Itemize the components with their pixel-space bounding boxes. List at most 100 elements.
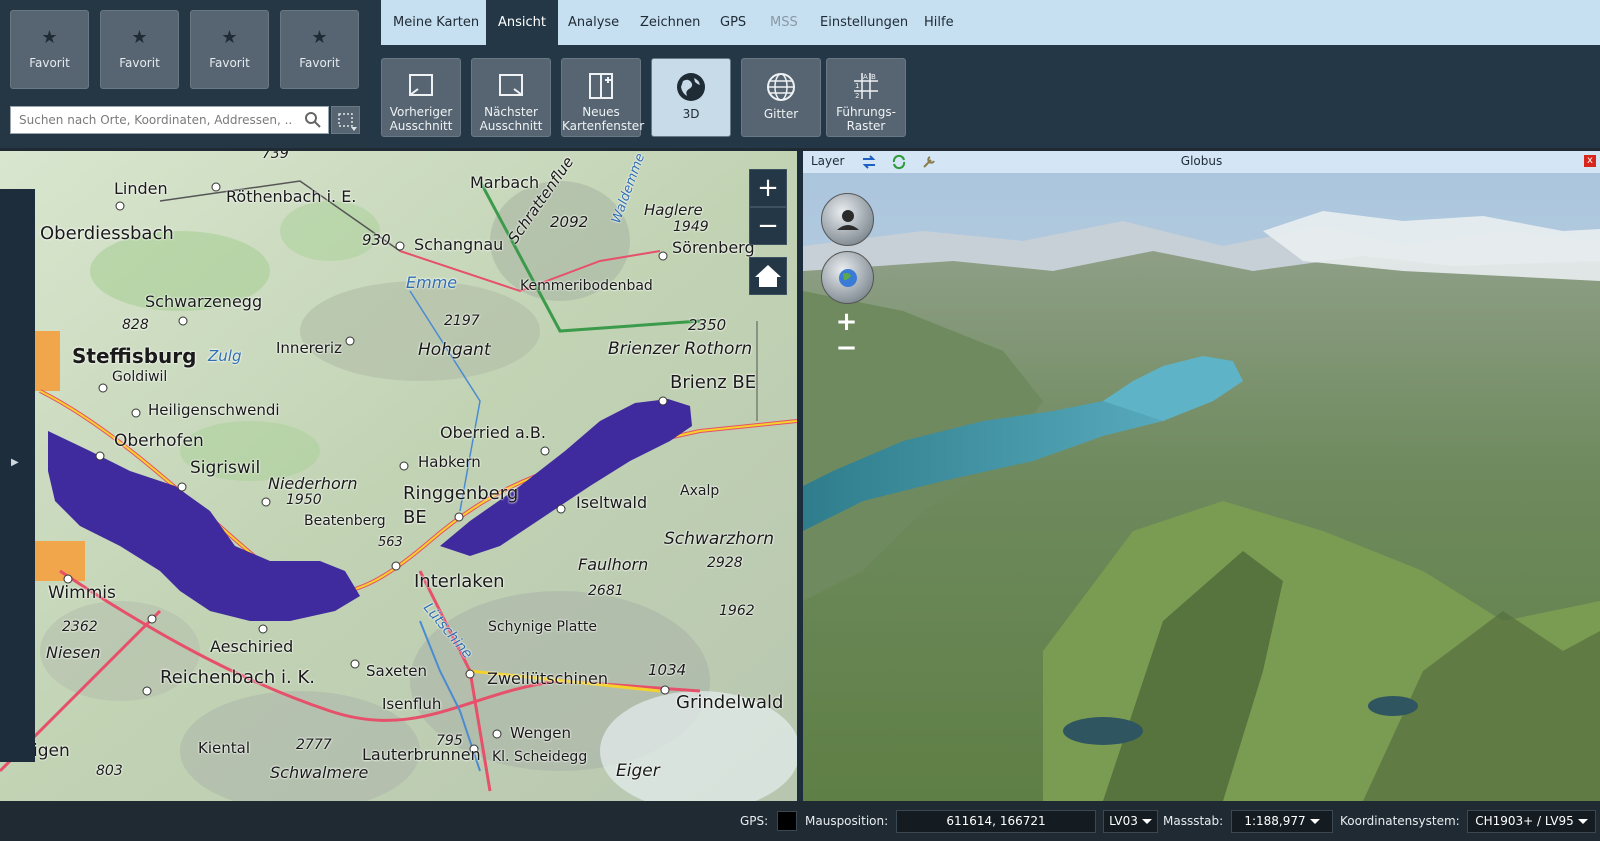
- map-label: 1950: [286, 492, 322, 508]
- globe-view[interactable]: Layer Globus x + −: [803, 151, 1600, 801]
- map-label: Wengen: [510, 724, 571, 742]
- guide-grid-button[interactable]: A B 1 2 Führungs- Raster: [826, 58, 906, 137]
- map-label: Lauterbrunnen: [362, 745, 481, 764]
- map-zoom-in-button[interactable]: +: [749, 169, 787, 207]
- guide-grid-label-1: Führungs-: [836, 105, 896, 119]
- chevron-down-icon: [1141, 819, 1152, 824]
- search-icon[interactable]: [304, 111, 322, 129]
- next-extent-label-2: Ausschnitt: [479, 119, 543, 133]
- map-label: Brienzer Rothorn: [608, 339, 753, 359]
- menu-meine-karten[interactable]: Meine Karten: [381, 0, 491, 45]
- favorite-button-3[interactable]: ★ Favorit: [190, 10, 269, 89]
- map-label: 2197: [444, 313, 480, 329]
- gps-label: GPS:: [740, 814, 769, 828]
- map-label: 2350: [688, 316, 727, 334]
- favorite-button-4[interactable]: ★ Favorit: [280, 10, 359, 89]
- map-label: 828: [122, 317, 149, 333]
- grid-button[interactable]: Gitter: [741, 58, 821, 137]
- pan-navigation-control[interactable]: [821, 251, 874, 304]
- search-input[interactable]: [11, 107, 291, 133]
- map-label: Schynige Platte: [488, 619, 597, 635]
- map-label: Zulg: [208, 347, 242, 365]
- map-label: Marbach: [470, 173, 540, 192]
- map-label: Linden: [114, 179, 168, 198]
- map-label: Hohgant: [418, 340, 491, 360]
- map-label: 2681: [588, 583, 624, 599]
- scale-select[interactable]: 1:188,977: [1231, 810, 1333, 833]
- map-label: Sigriswil: [190, 458, 261, 478]
- grid-label: Gitter: [763, 107, 799, 121]
- map-view[interactable]: 739 Linden Röthenbach i. E. Marbach Hagl…: [0, 151, 797, 801]
- top-toolbar: ★ Favorit ★ Favorit ★ Favorit ★ Favorit: [0, 0, 1600, 148]
- map-label: Innereriz: [276, 339, 342, 357]
- mouse-position-value: 611614, 166721: [896, 810, 1096, 833]
- next-extent-button[interactable]: Nächster Ausschnitt: [471, 58, 551, 137]
- previous-extent-label-2: Ausschnitt: [389, 119, 453, 133]
- menu-ansicht[interactable]: Ansicht: [486, 0, 559, 45]
- map-label: Heiligenschwendi: [148, 401, 280, 419]
- globe-terrain: [803, 151, 1600, 801]
- favorite-button-1[interactable]: ★ Favorit: [10, 10, 89, 89]
- 3d-view-button[interactable]: 3D: [651, 58, 731, 137]
- map-label: 2362: [62, 619, 98, 635]
- map-zoom-out-button[interactable]: −: [749, 207, 787, 245]
- map-label: 2928: [707, 555, 743, 571]
- map-label: BE: [403, 507, 427, 528]
- previous-extent-label-1: Vorheriger: [389, 105, 453, 119]
- map-label: Iseltwald: [576, 493, 648, 512]
- svg-text:1: 1: [855, 82, 859, 90]
- scale-value: 1:188,977: [1244, 814, 1306, 828]
- map-label: 803: [96, 763, 123, 779]
- map-label: 930: [362, 231, 391, 249]
- look-navigation-control[interactable]: [821, 193, 874, 246]
- map-home-button[interactable]: [749, 257, 787, 295]
- search-box: [10, 106, 329, 134]
- menu-einstellungen[interactable]: Einstellungen: [808, 0, 920, 45]
- globe-zoom-in-button[interactable]: +: [833, 309, 860, 335]
- menu-analyse[interactable]: Analyse: [556, 0, 631, 45]
- menu-bar: Meine Karten Ansicht Analyse Zeichnen GP…: [381, 0, 1600, 45]
- previous-extent-icon: [409, 74, 433, 96]
- favorite-label: Favorit: [119, 56, 160, 70]
- map-label: 1962: [719, 603, 755, 619]
- menu-gps[interactable]: GPS: [708, 0, 758, 45]
- next-extent-icon: [499, 74, 523, 96]
- person-icon: [837, 210, 859, 230]
- star-icon: ★: [221, 27, 238, 48]
- map-label: Schwalmere: [270, 763, 369, 782]
- coordinate-format-select[interactable]: LV03: [1103, 810, 1158, 833]
- map-label: 563: [378, 535, 403, 550]
- favorite-label: Favorit: [29, 56, 70, 70]
- map-label: Brienz BE: [670, 372, 757, 393]
- map-label: Kiental: [198, 739, 250, 757]
- status-bar: GPS: Mausposition: 611614, 166721 LV03 M…: [0, 801, 1600, 841]
- mouse-position-label: Mausposition:: [805, 814, 889, 828]
- menu-zeichnen[interactable]: Zeichnen: [628, 0, 712, 45]
- svg-text:2: 2: [855, 92, 859, 100]
- globe-zoom-out-button[interactable]: −: [833, 335, 860, 361]
- map-label: Schangnau: [414, 235, 504, 254]
- map-label: Beatenberg: [304, 513, 386, 529]
- next-extent-label-1: Nächster: [484, 105, 538, 119]
- svg-text:B: B: [871, 73, 876, 81]
- crs-label: Koordinatensystem:: [1340, 814, 1460, 828]
- new-window-icon: [589, 73, 613, 99]
- guide-grid-label-2: Raster: [846, 119, 886, 133]
- side-panel-toggle[interactable]: ▶: [0, 189, 35, 762]
- menu-hilfe[interactable]: Hilfe: [912, 0, 966, 45]
- gps-toggle[interactable]: [777, 811, 797, 831]
- previous-extent-button[interactable]: Vorheriger Ausschnitt: [381, 58, 461, 137]
- map-label: Sörenberg: [672, 238, 755, 257]
- close-globe-button[interactable]: x: [1584, 155, 1596, 167]
- crs-value: CH1903+ / LV95: [1475, 814, 1574, 828]
- map-label: Röthenbach i. E.: [226, 187, 357, 206]
- new-map-window-button[interactable]: Neues Kartenfenster: [561, 58, 644, 137]
- favorite-button-2[interactable]: ★ Favorit: [100, 10, 179, 89]
- 3d-view-label: 3D: [682, 107, 700, 121]
- map-label: Niederhorn: [268, 474, 358, 493]
- selection-tool-button[interactable]: [331, 106, 360, 134]
- crs-select[interactable]: CH1903+ / LV95: [1467, 810, 1596, 833]
- globe-3d-icon: [677, 73, 705, 101]
- favorites-panel: ★ Favorit ★ Favorit ★ Favorit ★ Favorit: [0, 0, 368, 148]
- star-icon: ★: [41, 27, 58, 48]
